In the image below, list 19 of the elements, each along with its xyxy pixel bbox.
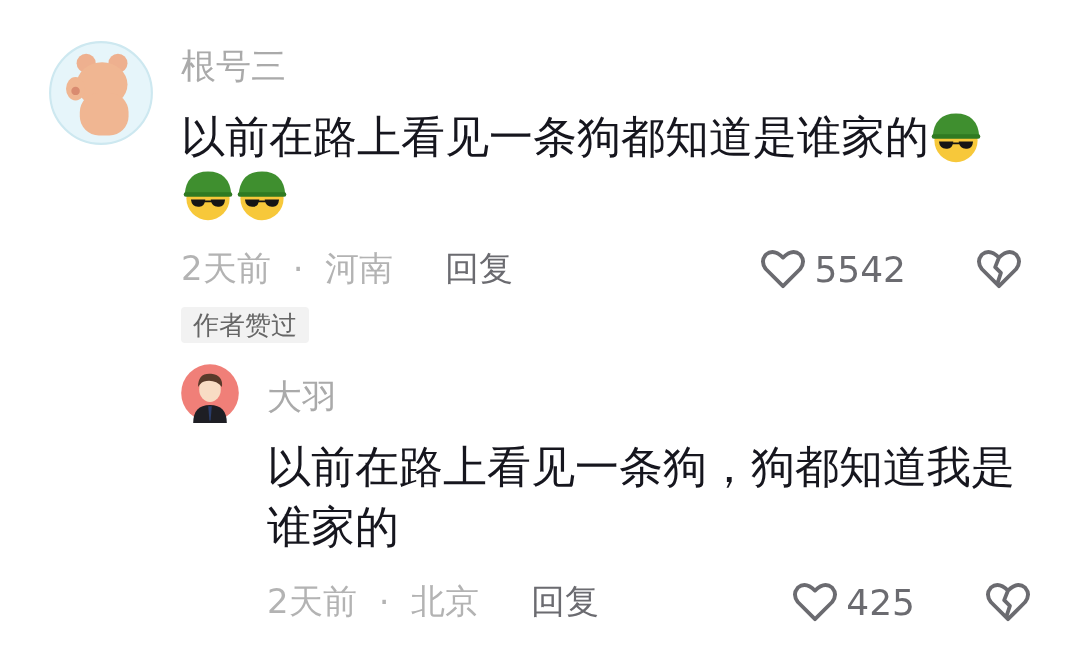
author-liked-tag: 作者赞过 xyxy=(181,307,309,343)
avatar-icon xyxy=(48,40,154,146)
like-count: 5542 xyxy=(814,248,906,290)
reply-button[interactable]: 回复 xyxy=(445,246,514,292)
separator-dot: · xyxy=(292,249,304,289)
heart-icon xyxy=(792,581,839,623)
comment-time: 2天前 xyxy=(267,580,357,623)
comment-text: 以前在路上看见一条狗，狗都知道我是谁家的 xyxy=(267,441,1016,554)
avatar-icon xyxy=(180,363,240,423)
comment-time: 2天前 xyxy=(181,247,271,290)
comment-location: 河南 xyxy=(325,247,394,290)
separator-dot: · xyxy=(378,582,390,622)
broken-heart-icon xyxy=(976,248,1022,290)
broken-heart-icon xyxy=(985,581,1031,623)
like-count: 425 xyxy=(846,581,915,623)
reply-button[interactable]: 回复 xyxy=(531,579,600,625)
comment-location: 北京 xyxy=(411,580,480,623)
heart-icon xyxy=(760,248,807,290)
comment-text: 以前在路上看见一条狗都知道是谁家的 xyxy=(181,111,929,164)
